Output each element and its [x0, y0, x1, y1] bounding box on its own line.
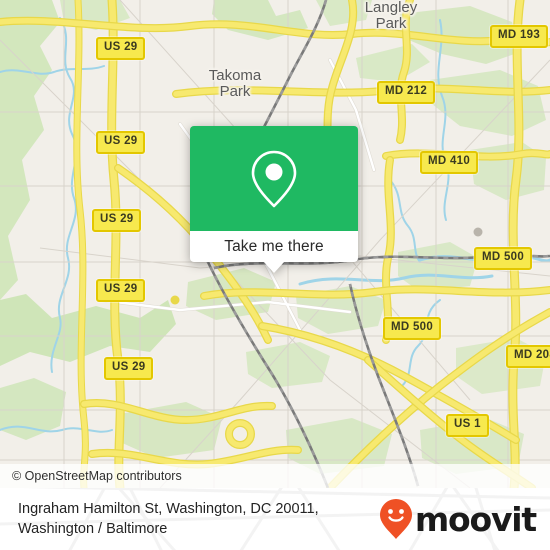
callout-pointer: [263, 261, 285, 273]
moovit-wordmark: moovit: [414, 499, 537, 539]
address-line-1: Ingraham Hamilton St, Washington, DC 200…: [18, 501, 319, 517]
moovit-smiley-pin-icon: [379, 499, 412, 539]
address-text: Ingraham Hamilton St, Washington, DC 200…: [18, 499, 319, 539]
road-shield-us-29-4[interactable]: US 29: [96, 279, 146, 302]
road-shield-us-29-5[interactable]: US 29: [104, 357, 154, 380]
road-shield-us-29-3[interactable]: US 29: [92, 209, 142, 232]
place-label-line2: Park: [219, 82, 251, 100]
osm-attribution[interactable]: © OpenStreetMap contributors: [0, 464, 550, 488]
place-label-takoma-park: Takoma Park: [192, 68, 278, 100]
place-label-langley-park: Langley Park: [351, 0, 431, 32]
footer-bar: Ingraham Hamilton St, Washington, DC 200…: [0, 488, 550, 550]
road-shield-md-410[interactable]: MD 410: [420, 151, 479, 174]
map-pin-icon: [251, 150, 297, 207]
take-me-there-button-label: Take me there: [224, 237, 324, 255]
road-shield-md-500-1[interactable]: MD 500: [474, 247, 533, 270]
road-shield-md-212[interactable]: MD 212: [377, 81, 436, 104]
place-label-line1: Takoma: [208, 67, 262, 84]
osm-attribution-text: © OpenStreetMap contributors: [12, 469, 182, 483]
callout-image-area: [190, 126, 358, 231]
callout-action-area[interactable]: Take me there: [190, 231, 358, 273]
road-shield-us-29-2[interactable]: US 29: [96, 131, 146, 154]
moovit-logo[interactable]: moovit: [379, 498, 537, 540]
map-screenshot-root: .pk{fill:#cfe5b8;} .pk2{fill:#d9e9c6;} .…: [0, 0, 550, 550]
road-shield-us-29-1[interactable]: US 29: [96, 37, 146, 60]
address-line-2: Washington / Baltimore: [18, 521, 168, 537]
place-label-line1: Langley: [364, 0, 418, 16]
road-shield-md-208[interactable]: MD 208: [506, 345, 550, 368]
road-shield-us-1[interactable]: US 1: [446, 414, 489, 437]
place-label-line2: Park: [375, 14, 407, 32]
road-shield-md-500-2[interactable]: MD 500: [383, 317, 442, 340]
destination-callout-card[interactable]: Take me there: [190, 126, 358, 273]
road-shield-md-193[interactable]: MD 193: [490, 25, 549, 48]
